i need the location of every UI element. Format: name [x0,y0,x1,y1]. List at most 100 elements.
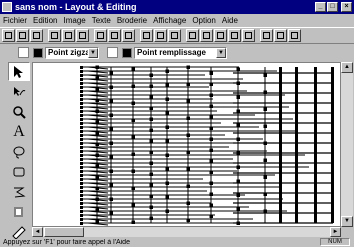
text-icon[interactable]: A [8,122,30,141]
stitch-view-icon[interactable] [228,29,241,42]
stitch-node [80,198,83,201]
close-button[interactable]: × [341,2,352,12]
design-canvas[interactable] [32,62,341,227]
stitch-node [95,131,99,135]
export-icon[interactable] [62,29,75,42]
menu-fichier[interactable]: Fichier [0,16,30,25]
stitch-node [80,94,83,97]
new-icon[interactable] [2,29,15,42]
scroll-thumb[interactable] [44,227,84,237]
menu-option[interactable]: Option [189,16,219,25]
stitch-node [131,101,135,105]
stitch-node [209,192,213,196]
stitch-node [109,211,113,215]
stitch-node [109,197,113,201]
menu-image[interactable]: Image [60,16,88,25]
stitch-node [80,166,83,169]
vertical-scrollbar[interactable]: ▲ ▼ [341,62,353,227]
stitch-node [236,67,240,71]
rectangle-icon[interactable] [8,162,30,181]
stitch-node [80,74,83,77]
stitch-bar [295,67,298,223]
main-toolbar [0,27,354,44]
stitch-node [80,158,83,161]
scroll-up-icon[interactable]: ▲ [341,62,353,73]
cut-icon[interactable] [94,29,107,42]
stitch-node [165,181,169,185]
help-icon[interactable] [288,29,301,42]
stitch-node [95,65,99,69]
stitch-node [186,201,190,205]
stitch-node [165,139,169,143]
chevron-down-icon[interactable]: ▼ [216,47,226,58]
chevron-down-icon[interactable]: ▼ [88,47,98,58]
save-icon[interactable] [30,29,43,42]
card-icon[interactable] [76,29,89,42]
window-icon[interactable] [260,29,273,42]
menu-texte[interactable]: Texte [89,16,114,25]
menu-edition[interactable]: Edition [30,16,60,25]
menu-affichage[interactable]: Affichage [150,16,189,25]
stitch-node [131,203,135,207]
stitch-node [165,125,169,129]
stitch-node [80,134,83,137]
minimize-button[interactable]: _ [315,2,326,12]
stitch-node [149,194,153,198]
stitch-node [131,220,135,224]
stitch-node [209,82,213,86]
grid-icon[interactable] [200,29,213,42]
open-icon[interactable] [16,29,29,42]
freehand-icon[interactable] [8,182,30,201]
stitch-node [80,66,83,69]
print-icon[interactable] [242,29,255,42]
stitch-node [263,175,267,179]
fill-color-swatch[interactable] [122,47,132,58]
horizontal-scrollbar[interactable]: ◄ ► [32,227,341,237]
line-color-swatch[interactable] [33,47,43,58]
undo-icon[interactable] [140,29,153,42]
fill-type-select[interactable]: Point remplissage ▼ [134,46,227,59]
fill-pattern-icon[interactable] [107,47,118,58]
fill-icon[interactable] [8,202,30,221]
preview-icon[interactable] [168,29,181,42]
stitch-node [165,97,169,101]
maximize-button[interactable]: □ [327,2,338,12]
stitch-node [109,113,113,117]
stitch-node [209,214,213,218]
stitch-node [263,107,267,111]
stitch-node [95,164,99,168]
layout-icon[interactable] [214,29,227,42]
menu-broderie[interactable]: Broderie [114,16,150,25]
stitch-node [80,146,83,149]
view-icon[interactable] [186,29,199,42]
lasso-icon[interactable] [8,142,30,161]
tile-icon[interactable] [274,29,287,42]
stitch-node [95,109,99,113]
stitch-node [80,110,83,113]
copy-icon[interactable] [108,29,121,42]
stitch-node [236,207,240,211]
stitch-node [149,139,153,143]
zoom-icon[interactable] [8,102,30,121]
redo-icon[interactable] [154,29,167,42]
import-icon[interactable] [48,29,61,42]
select-arrow-icon[interactable] [8,62,30,81]
app-icon[interactable] [2,2,12,12]
paste-icon[interactable] [122,29,135,42]
reshape-icon[interactable] [8,82,30,101]
stitch-node [263,73,267,77]
menu-aide[interactable]: Aide [219,16,241,25]
scroll-down-icon[interactable]: ▼ [341,216,353,227]
stitch-type-select[interactable]: Point zigzag ▼ [45,46,99,59]
stitch-node [186,99,190,103]
stitch-node [236,95,240,99]
scroll-left-icon[interactable]: ◄ [32,227,43,237]
scroll-right-icon[interactable]: ► [330,227,341,237]
stitch-node [149,172,153,176]
stitch-node [131,186,135,190]
curve-icon[interactable] [18,47,29,58]
stitch-node [95,208,99,212]
stitch-node [109,99,113,103]
stitch-node [80,130,83,133]
stitch-node [80,82,83,85]
